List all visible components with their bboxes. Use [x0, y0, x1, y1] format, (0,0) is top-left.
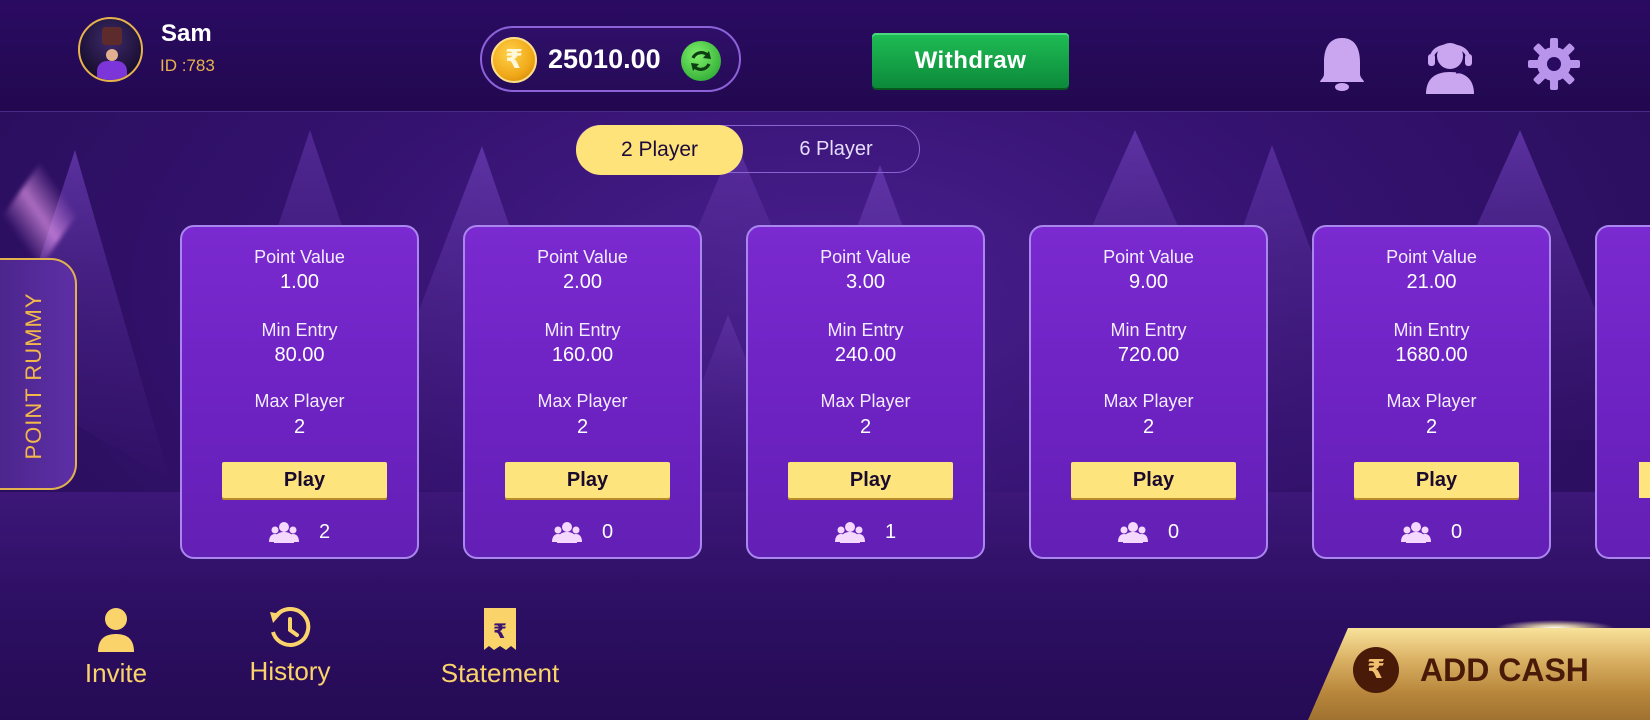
withdraw-button[interactable]: Withdraw [872, 33, 1069, 88]
max-player: 2 [293, 416, 306, 438]
receipt-icon: ₹ [484, 608, 516, 650]
player-count: 2 [318, 520, 331, 543]
invite-label: Invite [84, 658, 148, 688]
group-icon [1400, 522, 1431, 543]
play-button[interactable]: Play [1071, 462, 1236, 498]
max-player-label: Max Player [254, 391, 345, 411]
invite-button[interactable]: Invite [72, 606, 160, 689]
player-count: 0 [1450, 520, 1463, 543]
table-card: Point Value 1.00 Min Entry 80.00 Max Player 2… [180, 225, 419, 559]
tab-2-player[interactable]: 2 Player [576, 125, 743, 175]
min-entry-label: Min Entry [261, 320, 338, 340]
players-online: 0 [1031, 517, 1266, 547]
point-value-label: Point Value [1103, 247, 1194, 267]
add-cash-button[interactable]: ₹ ADD CASH [1308, 628, 1650, 720]
username: Sam [161, 20, 212, 47]
point-value-label: Point Value [820, 247, 911, 267]
min-entry-label: Min Entry [1393, 320, 1470, 340]
group-icon [834, 522, 865, 543]
bell-icon[interactable] [1310, 32, 1374, 96]
play-button-partial[interactable] [1639, 462, 1650, 498]
max-player-label: Max Player [820, 391, 911, 411]
players-online: 1 [748, 517, 983, 547]
point-value: 9.00 [1129, 271, 1168, 293]
point-value: 3.00 [846, 271, 885, 293]
min-entry-label: Min Entry [544, 320, 621, 340]
tab-6-player[interactable]: 6 Player [753, 126, 919, 172]
group-icon [1117, 522, 1148, 543]
table-card: Point Value 3.00 Min Entry 240.00 Max Player… [746, 225, 985, 559]
table-card-partial [1595, 225, 1650, 559]
table-card: Point Value 9.00 Min Entry 720.00 Max Player… [1029, 225, 1268, 559]
wallet-balance: ₹ 25010.00 [480, 26, 741, 92]
gear-icon[interactable] [1522, 32, 1586, 96]
group-icon [551, 522, 582, 543]
refresh-icon[interactable] [681, 41, 721, 81]
max-player: 2 [859, 416, 872, 438]
history-label: History [249, 656, 331, 686]
rupee-icon: ₹ [1353, 647, 1399, 693]
point-value: 21.00 [1406, 271, 1457, 293]
players-online: 0 [1314, 517, 1549, 547]
point-value: 1.00 [280, 271, 319, 293]
player-count: 0 [1167, 520, 1180, 543]
svg-text:₹: ₹ [493, 619, 507, 643]
user-icon [98, 608, 134, 652]
play-button[interactable]: Play [222, 462, 387, 498]
user-id: ID :783 [160, 56, 215, 75]
max-player: 2 [1142, 416, 1155, 438]
play-button[interactable]: Play [1354, 462, 1519, 498]
history-button[interactable]: History [240, 606, 340, 687]
point-value-label: Point Value [254, 247, 345, 267]
max-player-label: Max Player [537, 391, 628, 411]
history-icon [270, 606, 311, 647]
players-online: 2 [182, 517, 417, 547]
player-count-toggle: 2 Player 6 Player [576, 125, 920, 175]
max-player: 2 [576, 416, 589, 438]
min-entry: 1680.00 [1395, 344, 1468, 366]
statement-button[interactable]: ₹ Statement [428, 606, 572, 689]
play-button[interactable]: Play [788, 462, 953, 498]
player-count: 1 [884, 520, 897, 543]
table-card: Point Value 2.00 Min Entry 160.00 Max Player… [463, 225, 702, 559]
max-player-label: Max Player [1386, 391, 1477, 411]
min-entry-label: Min Entry [1110, 320, 1187, 340]
min-entry: 80.00 [274, 344, 325, 366]
min-entry: 720.00 [1117, 344, 1180, 366]
min-entry: 240.00 [834, 344, 897, 366]
support-agent-icon[interactable] [1418, 32, 1482, 96]
table-list: Point Value 1.00 Min Entry 80.00 Max Player 2… [0, 225, 1650, 560]
point-value: 2.00 [563, 271, 602, 293]
min-entry: 160.00 [551, 344, 614, 366]
balance-amount: 25010.00 [548, 44, 661, 74]
play-button[interactable]: Play [505, 462, 670, 498]
group-icon [268, 522, 299, 543]
min-entry-label: Min Entry [827, 320, 904, 340]
point-value-label: Point Value [537, 247, 628, 267]
top-bar: Sam ID :783 ₹ 25010.00 Withdraw [0, 0, 1650, 112]
table-card: Point Value 21.00 Min Entry 1680.00 Max Play… [1312, 225, 1551, 559]
point-value-label: Point Value [1386, 247, 1477, 267]
players-online: 0 [465, 517, 700, 547]
player-count: 0 [601, 520, 614, 543]
rupee-coin-icon: ₹ [491, 37, 537, 83]
max-player-label: Max Player [1103, 391, 1194, 411]
avatar[interactable] [78, 17, 143, 82]
max-player: 2 [1425, 416, 1438, 438]
add-cash-label: ADD CASH [1420, 652, 1589, 688]
statement-label: Statement [440, 658, 560, 688]
